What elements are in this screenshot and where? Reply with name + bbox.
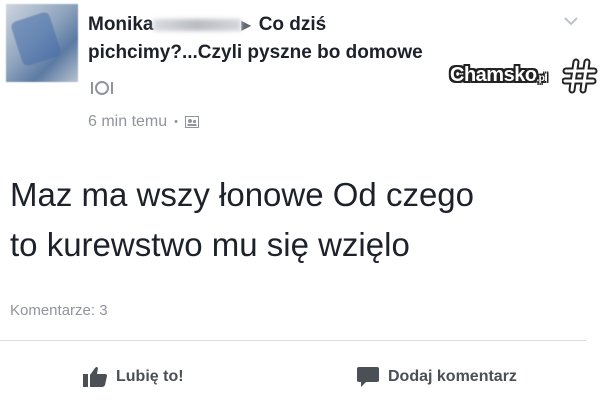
thumbs-up-icon — [83, 367, 107, 387]
chamsko-watermark: Chamsko.pl — [450, 58, 600, 94]
add-comment-button[interactable]: Dodaj komentarz — [356, 366, 517, 388]
watermark-text: Chamsko — [450, 64, 537, 86]
like-label: Lubię to! — [116, 368, 184, 385]
timestamp[interactable]: 6 min temu — [88, 113, 167, 131]
post-body-line2: to kurewstwo mu się wzięlo — [10, 226, 410, 263]
post-body: Maz ma wszy łonowe Od czego to kurewstwo… — [10, 170, 590, 270]
hash-logo-icon — [562, 58, 598, 94]
post-meta: 6 min temu • — [88, 113, 199, 131]
comments-count[interactable]: Komentarze: 3 — [10, 302, 108, 319]
meta-separator: • — [174, 116, 178, 128]
author-name[interactable]: Monika — [88, 14, 153, 35]
post-header-line1: Monika ▶ Co dziś — [88, 14, 326, 40]
share-arrow-icon: ▶ — [241, 17, 251, 32]
chevron-down-icon[interactable] — [562, 12, 580, 30]
post-header-line2[interactable]: pichcimy?...Czyli pyszne bo domowe — [88, 42, 423, 64]
like-button[interactable]: Lubię to! — [82, 366, 184, 388]
post-body-line1: Maz ma wszy łonowe Od czego — [10, 176, 475, 213]
avatar[interactable] — [6, 4, 78, 82]
divider — [0, 340, 586, 341]
plate-fork-knife-icon — [91, 81, 113, 95]
group-name[interactable]: Co dziś — [259, 14, 327, 35]
add-comment-label: Dodaj komentarz — [388, 368, 517, 385]
watermark-suffix: .pl — [536, 73, 548, 84]
redacted-name — [153, 18, 242, 31]
comment-bubble-icon — [357, 367, 379, 387]
group-privacy-icon — [185, 116, 199, 128]
